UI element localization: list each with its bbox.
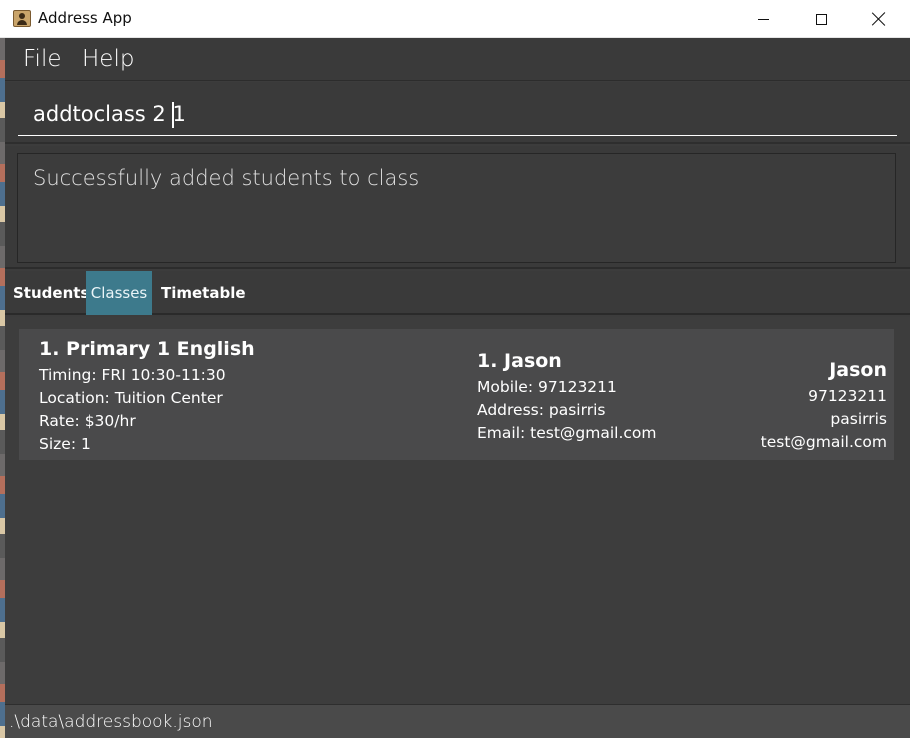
- class-card[interactable]: 1. Primary 1 English Timing: FRI 10:30-1…: [19, 329, 894, 460]
- tab-students[interactable]: Students: [13, 271, 89, 315]
- summary-address: pasirris: [830, 410, 887, 428]
- tab-bar: Students Classes Timetable: [5, 271, 910, 315]
- result-display: Successfully added students to class: [5, 146, 910, 269]
- maximize-icon: [815, 13, 827, 25]
- close-icon: [872, 12, 886, 26]
- class-rate: Rate: $30/hr: [39, 412, 136, 430]
- minimize-icon: [757, 18, 769, 20]
- minimize-button[interactable]: [734, 0, 792, 38]
- student-name: 1. Jason: [477, 350, 562, 372]
- class-list: 1. Primary 1 English Timing: FRI 10:30-1…: [5, 317, 910, 704]
- result-message: Successfully added students to class: [33, 166, 420, 190]
- app-window: File Help Successfully added students to…: [5, 38, 910, 738]
- command-input[interactable]: [18, 92, 897, 136]
- menu-file[interactable]: File: [23, 46, 62, 72]
- data-file-path: .\data\addressbook.json: [9, 712, 213, 732]
- command-box: [5, 82, 910, 144]
- student-address: Address: pasirris: [477, 401, 606, 419]
- menu-bar: File Help: [5, 38, 910, 81]
- tab-classes[interactable]: Classes: [86, 271, 152, 315]
- menu-help[interactable]: Help: [82, 46, 134, 72]
- title-bar: Address App: [0, 0, 910, 38]
- class-timing: Timing: FRI 10:30-11:30: [39, 366, 226, 384]
- tab-timetable[interactable]: Timetable: [161, 271, 246, 315]
- window-title: Address App: [38, 9, 132, 27]
- text-caret: [172, 102, 174, 128]
- summary-name: Jason: [829, 359, 887, 381]
- status-bar: .\data\addressbook.json: [5, 704, 910, 738]
- result-box[interactable]: Successfully added students to class: [17, 153, 896, 263]
- summary-phone: 97123211: [808, 387, 887, 405]
- maximize-button[interactable]: [792, 0, 850, 38]
- address-book-icon: [13, 10, 31, 27]
- student-mobile: Mobile: 97123211: [477, 378, 617, 396]
- close-button[interactable]: [850, 0, 908, 38]
- class-location: Location: Tuition Center: [39, 389, 223, 407]
- class-title: 1. Primary 1 English: [39, 338, 255, 360]
- class-size: Size: 1: [39, 435, 91, 453]
- summary-email: test@gmail.com: [760, 433, 887, 451]
